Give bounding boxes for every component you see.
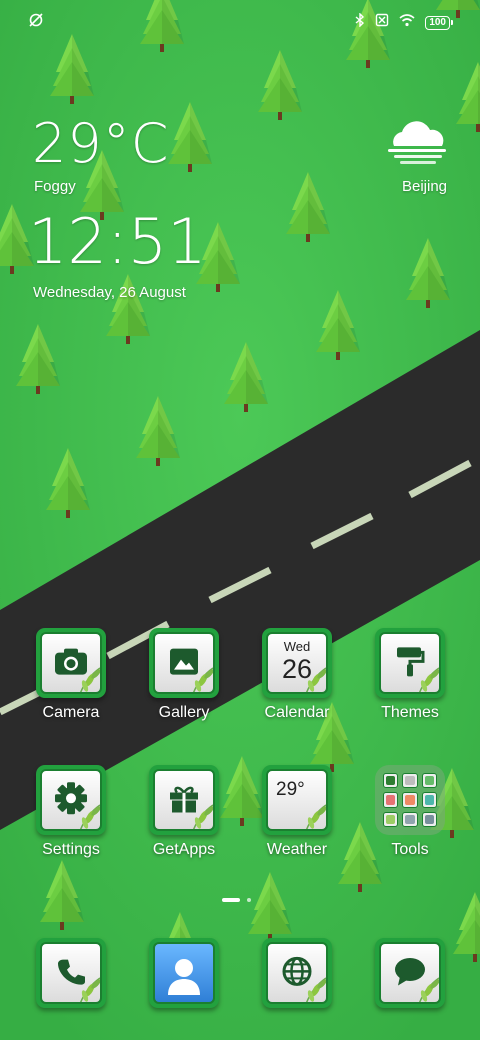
dock-phone[interactable]: [21, 938, 121, 1008]
app-label: GetApps: [152, 841, 216, 858]
weather-tile-temp: 29°: [276, 779, 305, 800]
calendar-tile[interactable]: Wed 26: [262, 628, 332, 698]
camera-tile[interactable]: [36, 628, 106, 698]
dock-messages[interactable]: [360, 938, 460, 1008]
temperature-text[interactable]: 29°C: [32, 112, 169, 175]
app-calendar[interactable]: Wed 26 Calendar: [247, 628, 347, 722]
app-weather[interactable]: 29° Weather: [247, 765, 347, 859]
weather-city: Beijing: [401, 178, 447, 195]
weather-tile[interactable]: 29°: [262, 765, 332, 835]
weather-icon: 29°: [266, 769, 328, 831]
dock-contacts[interactable]: [134, 938, 234, 1008]
battery-indicator: 100: [425, 15, 453, 30]
bluetooth-icon: [355, 12, 365, 32]
calendar-day: Wed: [283, 639, 311, 654]
wifi-icon: [399, 13, 415, 32]
app-label: Weather: [266, 841, 328, 858]
clock-time[interactable]: 12:51: [28, 205, 207, 278]
app-label: Settings: [42, 841, 100, 858]
page-dot-current: [222, 898, 240, 902]
fog-cloud-icon: [386, 120, 448, 171]
app-label: Tools: [391, 841, 429, 858]
app-themes[interactable]: Themes: [360, 628, 460, 722]
status-bar: 100: [0, 10, 480, 34]
app-label: Camera: [42, 704, 100, 721]
app-label: Gallery: [158, 704, 210, 721]
contacts-icon: [168, 959, 200, 995]
app-label: Themes: [381, 704, 439, 721]
calendar-icon: Wed 26: [266, 632, 328, 694]
getapps-tile[interactable]: [149, 765, 219, 835]
themes-tile[interactable]: [375, 628, 445, 698]
weather-condition: Foggy: [34, 178, 76, 195]
clock-date: Wednesday, 26 August: [33, 284, 186, 301]
app-gallery[interactable]: Gallery: [134, 628, 234, 722]
app-folder-tools[interactable]: Tools: [360, 765, 460, 859]
app-getapps[interactable]: GetApps: [134, 765, 234, 859]
no-sync-icon: [28, 12, 44, 33]
page-dot: [247, 898, 251, 902]
app-label: Calendar: [264, 704, 330, 721]
dock-browser[interactable]: [247, 938, 347, 1008]
settings-tile[interactable]: [36, 765, 106, 835]
app-camera[interactable]: Camera: [21, 628, 121, 722]
gallery-tile[interactable]: [149, 628, 219, 698]
page-indicator[interactable]: [0, 898, 480, 904]
app-settings[interactable]: Settings: [21, 765, 121, 859]
folder-icon[interactable]: [375, 765, 445, 835]
no-sim-icon: [375, 13, 389, 32]
